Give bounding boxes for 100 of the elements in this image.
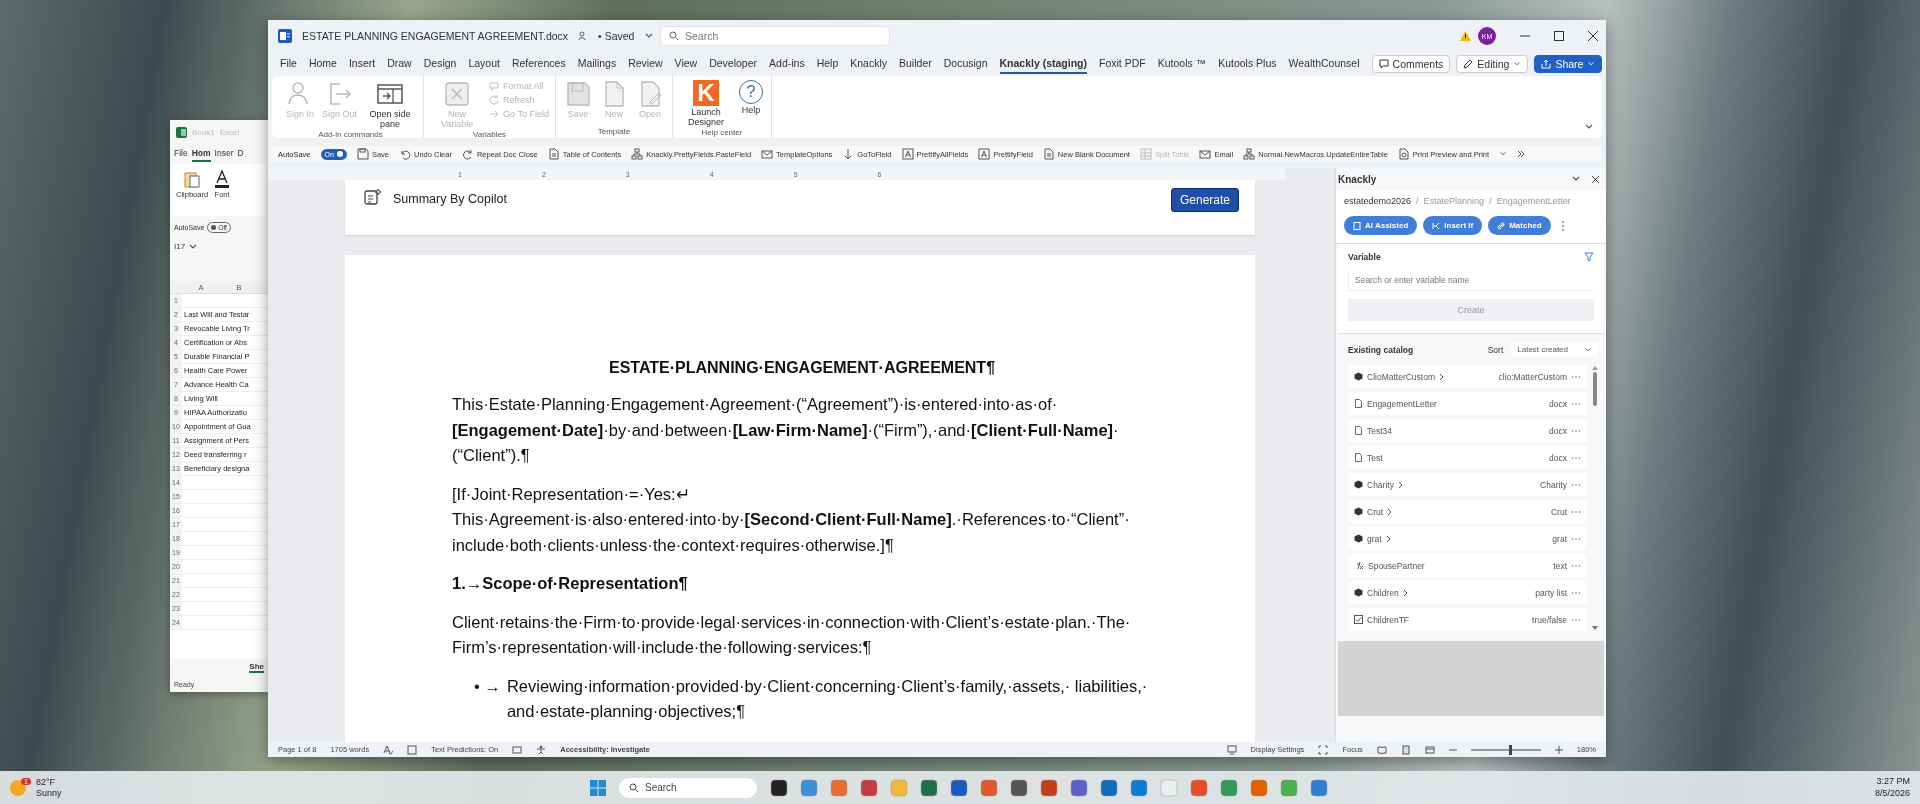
read-mode-icon[interactable] xyxy=(1376,744,1387,755)
mode-button[interactable]: Insert If xyxy=(1423,216,1483,235)
ribbon-tab[interactable]: File xyxy=(174,148,188,162)
proofing-icon[interactable] xyxy=(383,744,394,755)
variable-search-field[interactable]: Search or enter variable name xyxy=(1348,270,1594,291)
catalog-item[interactable]: Children party list xyxy=(1348,581,1587,604)
taskbar-search-field[interactable]: Search xyxy=(618,776,758,799)
clock-date[interactable]: 8/5/2026 xyxy=(1874,787,1910,800)
keyboard-icon[interactable] xyxy=(512,744,523,755)
display-icon[interactable] xyxy=(1226,744,1237,755)
ribbon-tab[interactable]: Builder xyxy=(899,54,932,74)
catalog-item[interactable]: ChildrenTF true/false xyxy=(1348,608,1587,631)
ribbon-tab[interactable]: Foxit PDF xyxy=(1099,54,1146,74)
weather-condition[interactable]: Sunny xyxy=(35,787,62,799)
ribbon-button[interactable]: K Launch Designer xyxy=(678,80,733,128)
web-layout-icon[interactable] xyxy=(1424,744,1435,755)
item-name: Children xyxy=(1367,587,1399,598)
ribbon-tab[interactable]: Kutools ™ xyxy=(1157,54,1207,74)
more-icon[interactable] xyxy=(1571,455,1581,460)
more-icon[interactable] xyxy=(1571,509,1581,514)
more-icon[interactable] xyxy=(1571,401,1581,406)
sheet-tab[interactable]: She xyxy=(249,661,264,673)
more-icon[interactable] xyxy=(1571,536,1581,541)
print-layout-icon[interactable] xyxy=(1400,744,1411,755)
catalog-item[interactable]: Test docx xyxy=(1348,446,1587,469)
ribbon-tab[interactable]: WealthCounsel xyxy=(1288,54,1360,74)
ribbon-tab[interactable]: References xyxy=(511,54,566,74)
chevron-right-icon[interactable] xyxy=(1439,372,1446,381)
ribbon-tab[interactable]: Docusign xyxy=(943,54,988,74)
more-icon[interactable] xyxy=(1571,563,1581,568)
catalog-item[interactable]: ClioMatterCustom clio:MatterCustom xyxy=(1348,365,1587,388)
zoom-in-icon[interactable] xyxy=(1554,745,1563,754)
save-status[interactable]: • Saved xyxy=(598,30,635,42)
focus-icon[interactable] xyxy=(1318,744,1329,755)
chevron-right-icon[interactable] xyxy=(1397,480,1404,489)
chevron-down-icon[interactable] xyxy=(1499,150,1508,158)
catalog-item[interactable]: EngagementLetter docx xyxy=(1348,392,1587,415)
catalog-item[interactable]: grat grat xyxy=(1348,527,1587,550)
app-icon[interactable] xyxy=(1010,778,1028,797)
chevron-right-icon[interactable] xyxy=(1385,534,1392,543)
more-icon[interactable] xyxy=(1571,428,1581,433)
catalog-item[interactable]: Test34 docx xyxy=(1348,419,1587,442)
ribbon-tab[interactable]: Design xyxy=(423,54,457,74)
ribbon-tab[interactable]: Layout xyxy=(468,54,500,74)
start-icon[interactable] xyxy=(590,779,606,796)
close-icon[interactable] xyxy=(1588,31,1598,41)
ribbon-tab[interactable]: Add-ins xyxy=(769,54,805,74)
close-icon[interactable] xyxy=(1591,174,1600,184)
scroll-down-icon[interactable] xyxy=(1591,626,1598,631)
ribbon-button[interactable]: ? Help xyxy=(736,80,765,128)
comments-button[interactable]: Comments xyxy=(1371,55,1451,73)
ribbon-tab[interactable]: Help xyxy=(816,54,839,74)
ribbon-tab[interactable]: Home xyxy=(308,54,337,74)
weather-icon[interactable] xyxy=(10,779,26,796)
temperature[interactable]: 82°F xyxy=(35,776,62,788)
sort-dropdown[interactable]: Latest created xyxy=(1511,342,1598,357)
generate-button[interactable]: Generate xyxy=(1170,188,1239,212)
clock-time[interactable]: 3:27 PM xyxy=(1876,775,1910,788)
ribbon-tab[interactable]: Knackly xyxy=(850,54,888,74)
zoom-slider-thumb[interactable] xyxy=(1508,744,1512,755)
ribbon-tab[interactable]: Mailings xyxy=(577,54,617,74)
chevron-right-icon[interactable] xyxy=(1387,507,1394,516)
ribbon-button[interactable]: Open side pane xyxy=(363,80,418,130)
more-icon[interactable] xyxy=(1571,482,1581,487)
catalog-item[interactable]: SpousePartner text xyxy=(1348,554,1587,577)
ribbon-tab[interactable]: Developer xyxy=(709,54,758,74)
ribbon-tab[interactable]: Kutools Plus xyxy=(1218,54,1277,74)
filter-icon[interactable] xyxy=(1584,252,1594,262)
scroll-up-icon[interactable] xyxy=(1591,365,1598,370)
name-box[interactable]: I17 xyxy=(174,242,186,251)
ribbon-tab[interactable]: Knackly (staging) xyxy=(999,54,1088,74)
chevron-right-icon[interactable] xyxy=(1402,588,1409,597)
ribbon-tab[interactable]: View xyxy=(674,54,698,74)
more-icon[interactable] xyxy=(1571,617,1581,622)
ribbon-tab[interactable]: Inser xyxy=(214,148,234,162)
more-chevrons-icon[interactable] xyxy=(1517,150,1526,158)
mode-button[interactable]: Matched xyxy=(1488,216,1551,235)
search-field[interactable]: Search xyxy=(660,26,890,46)
more-icon[interactable] xyxy=(1571,374,1581,379)
ribbon-tab[interactable]: Insert xyxy=(348,54,376,74)
editing-button[interactable]: Editing xyxy=(1456,55,1529,73)
macro-icon[interactable] xyxy=(407,744,418,755)
accessibility-icon[interactable] xyxy=(536,744,547,755)
catalog-item[interactable]: Charity Charity xyxy=(1348,473,1587,496)
clipboard-icon xyxy=(184,170,201,188)
mode-button[interactable]: AI Assisted xyxy=(1344,216,1418,235)
more-icon[interactable] xyxy=(1571,590,1581,595)
breadcrumb-link[interactable]: estatedemo2026 xyxy=(1344,196,1412,206)
ribbon-tab[interactable]: File xyxy=(280,54,297,74)
scrollbar[interactable] xyxy=(1591,365,1598,631)
ribbon-tab[interactable]: Hom xyxy=(191,148,211,162)
envelope-icon xyxy=(1199,148,1212,160)
maximize-icon[interactable] xyxy=(1554,31,1564,41)
ribbon-tab[interactable]: Review xyxy=(628,54,663,74)
chevron-down-icon xyxy=(1584,345,1592,354)
ribbon-tab[interactable]: D xyxy=(237,148,244,162)
app-icon[interactable] xyxy=(770,778,788,797)
catalog-item[interactable]: Crut Crut xyxy=(1348,500,1587,523)
share-button[interactable]: Share xyxy=(1534,55,1603,73)
ribbon-tab[interactable]: Draw xyxy=(387,54,412,74)
